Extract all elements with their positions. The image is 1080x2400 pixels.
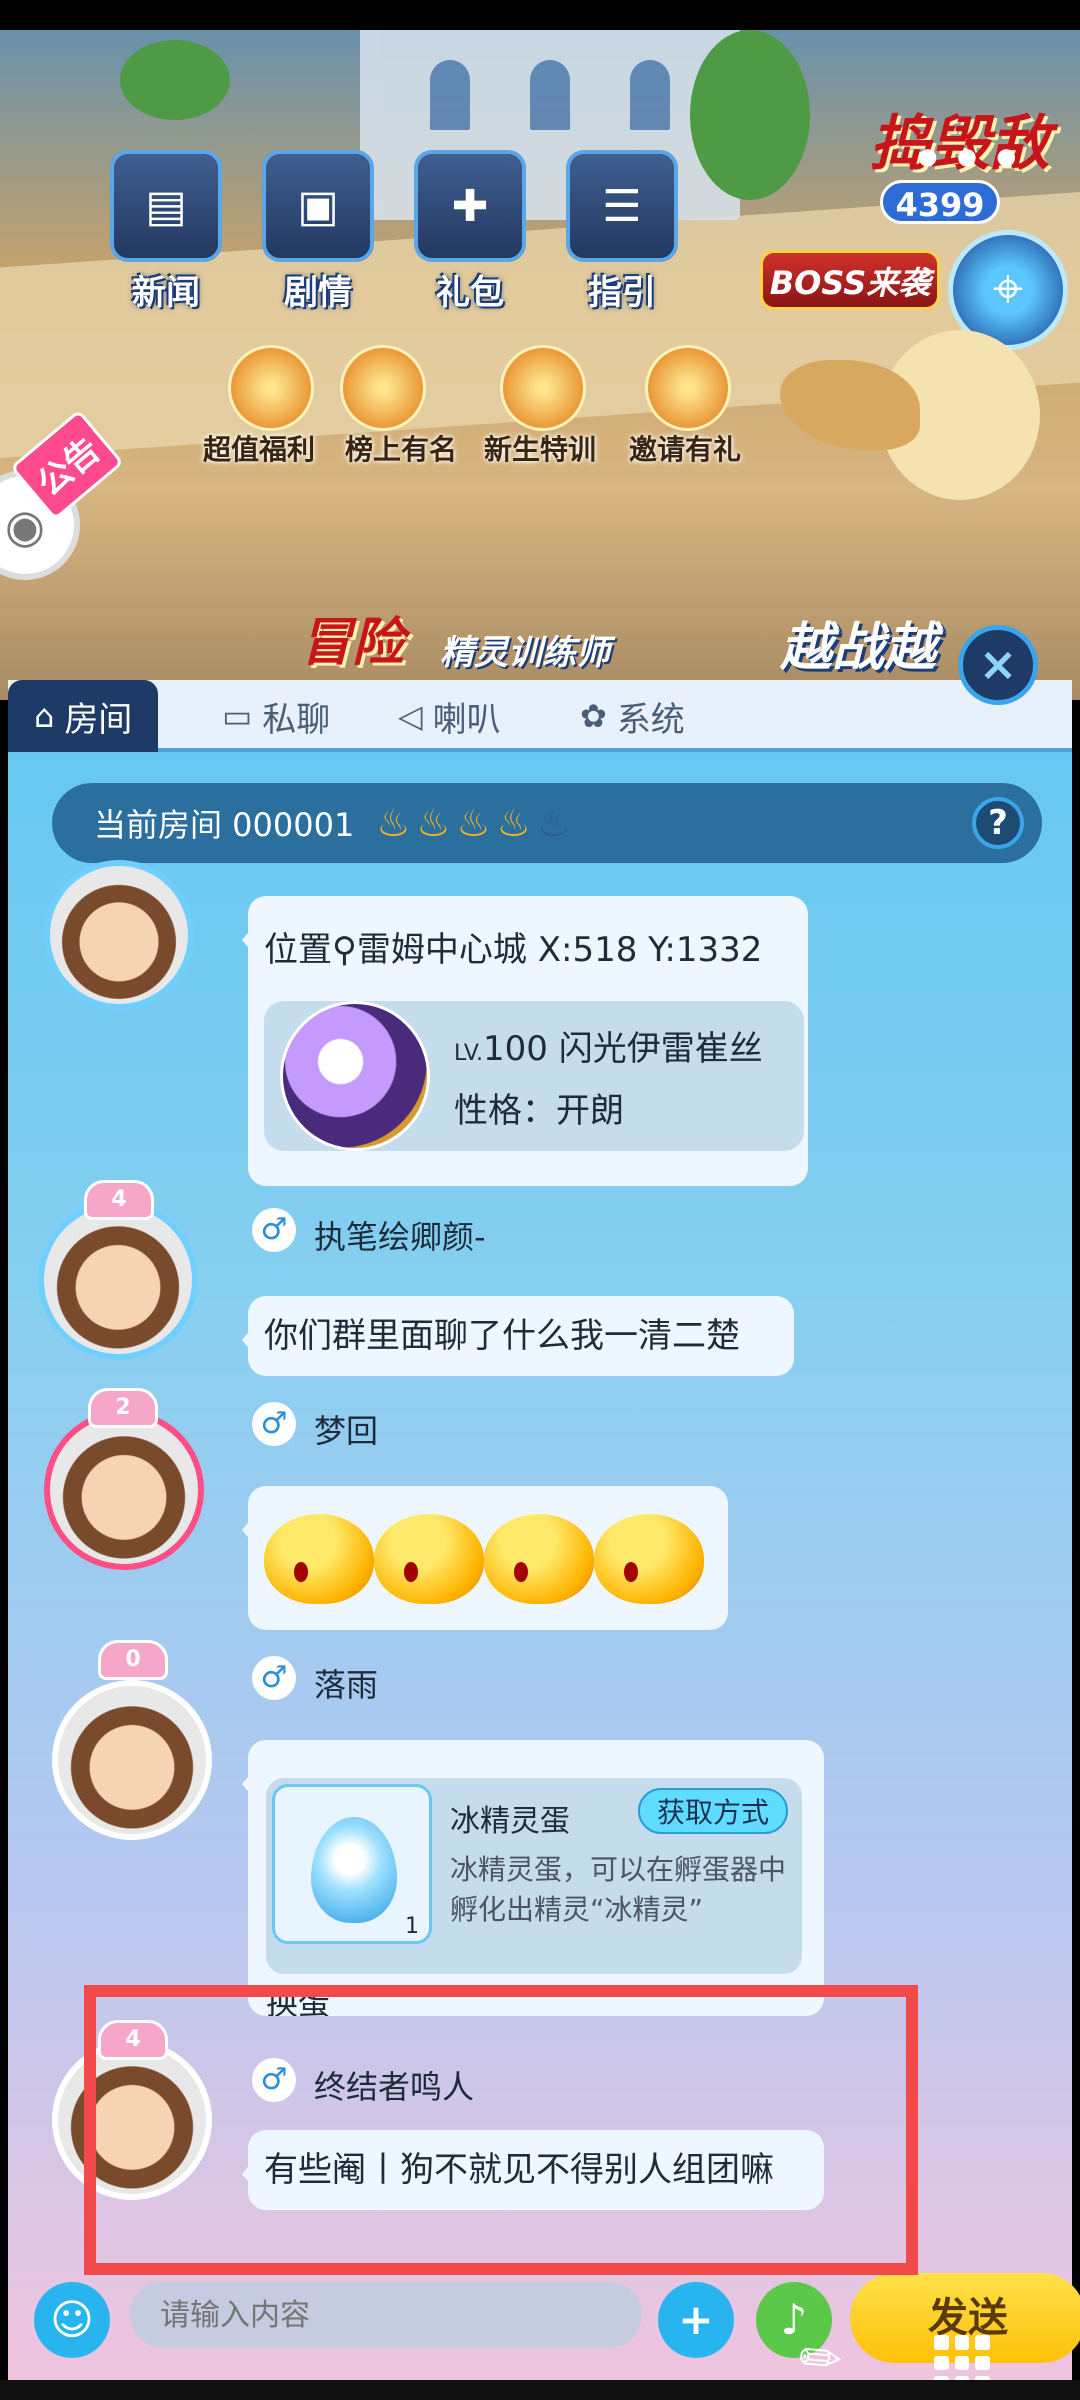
sender-name[interactable]: 落雨 <box>314 1660 378 1706</box>
pet-card[interactable]: LV.100 闪光伊雷崔丝 性格：开朗 <box>264 1001 804 1151</box>
emoji-icon <box>484 1514 594 1604</box>
male-icon: ♂ <box>252 1656 296 1700</box>
flame-icon: ♨ <box>496 801 531 845</box>
news-icon[interactable]: ▤ <box>110 150 222 262</box>
item-thumbnail: 1 <box>272 1784 432 1944</box>
status-bar <box>0 0 1080 30</box>
avatar-badge: 4 <box>98 2020 168 2060</box>
emoji-bubble[interactable] <box>242 1486 728 1630</box>
message-bubble[interactable]: 有些阉丨狗不就见不得别人组团嘛 <box>242 2130 824 2210</box>
menu-story-label[interactable]: 剧情 <box>248 265 388 314</box>
guide-icon[interactable]: ☰ <box>566 150 678 262</box>
item-extra-text: 换蛋 <box>266 1984 331 2016</box>
male-icon: ♂ <box>252 2058 296 2102</box>
location-pet-bubble[interactable]: 位置⚲雷姆中心城 X:518 Y:1332 LV.100 闪光伊雷崔丝 性格：开… <box>242 896 808 1186</box>
story-icon[interactable]: ▣ <box>262 150 374 262</box>
emoji-icon <box>374 1514 484 1604</box>
flame-icon: ♨ <box>456 801 491 845</box>
menu-guide-label[interactable]: 指引 <box>552 265 692 314</box>
male-icon: ♂ <box>252 1402 296 1446</box>
avatar-badge: 0 <box>98 1640 168 1680</box>
bush-decoration <box>120 40 230 120</box>
menu-gift-label[interactable]: 礼包 <box>400 265 540 314</box>
avatar[interactable] <box>52 1680 212 1840</box>
emoji-icon <box>264 1514 374 1604</box>
avatar-badge: 4 <box>84 1180 154 1220</box>
chat-tab-bar: ⌂ 房间 ▭ 私聊 ◁ 喇叭 ✿ 系统 <box>8 680 1072 752</box>
close-icon[interactable]: × <box>958 625 1038 705</box>
tab-speaker[interactable]: ◁ 喇叭 <box>398 680 501 752</box>
navigation-strip <box>0 2380 1080 2400</box>
speaker-icon: ◁ <box>398 697 423 735</box>
flame-icon: ♨ <box>376 801 411 845</box>
pet-nature: 性格：开朗 <box>454 1091 624 1131</box>
tab-speaker-label: 喇叭 <box>432 699 501 740</box>
tab-private[interactable]: ▭ 私聊 <box>222 680 330 752</box>
gift-icon[interactable]: ✚ <box>414 150 526 262</box>
boss-button[interactable]: BOSS来袭 <box>760 250 940 310</box>
avatar[interactable] <box>52 2040 212 2200</box>
item-name: 冰精灵蛋 <box>450 1804 570 1839</box>
avatar[interactable] <box>38 1200 198 1360</box>
room-label: 当前房间 000001 <box>94 806 355 844</box>
avatar-badge: 2 <box>88 1388 158 1428</box>
event-banner-bottom-right: 越战越 <box>780 618 937 678</box>
tab-system[interactable]: ✿ 系统 <box>580 680 685 752</box>
chat-panel: ⌂ 房间 ▭ 私聊 ◁ 喇叭 ✿ 系统 当前房间 000001 ♨ ♨ ♨ ♨ … <box>8 625 1080 2400</box>
item-card[interactable]: 1 冰精灵蛋 获取方式 冰精灵蛋，可以在孵蛋器中孵化出精灵“冰精灵” <box>266 1778 802 1974</box>
score-badge: 4399 <box>880 180 1000 224</box>
help-icon[interactable]: ? <box>972 797 1024 849</box>
sub-invite-label[interactable]: 邀请有礼 <box>629 428 741 468</box>
item-description: 冰精灵蛋，可以在孵蛋器中孵化出精灵“冰精灵” <box>450 1853 787 1926</box>
location-label: 位置 <box>264 930 332 970</box>
tab-room[interactable]: ⌂ 房间 <box>8 680 159 752</box>
location-value: 雷姆中心城 X:518 Y:1332 <box>356 930 763 970</box>
plus-icon[interactable]: + <box>658 2282 734 2358</box>
home-icon: ⌂ <box>34 697 55 735</box>
egg-icon <box>311 1817 397 1923</box>
message-input[interactable] <box>130 2282 642 2348</box>
event-banner-middle: 精灵训练师 <box>440 633 610 673</box>
emoji-icon <box>594 1514 704 1604</box>
tab-private-label: 私聊 <box>262 699 331 740</box>
menu-news-label[interactable]: 新闻 <box>96 265 236 314</box>
sender-name[interactable]: 执笔绘卿颜- <box>314 1212 486 1258</box>
invite-icon[interactable] <box>645 345 731 431</box>
pet-level-prefix: LV. <box>454 1041 484 1066</box>
flame-icon: ♨ <box>416 801 451 845</box>
item-bubble[interactable]: 1 冰精灵蛋 获取方式 冰精灵蛋，可以在孵蛋器中孵化出精灵“冰精灵” 换蛋 <box>242 1740 824 2016</box>
item-count: 1 <box>405 1914 419 1939</box>
location-pin-icon: ⚲ <box>332 930 357 970</box>
trophy-icon[interactable] <box>340 345 426 431</box>
message-bubble[interactable]: 你们群里面聊了什么我一清二楚 <box>242 1296 794 1376</box>
get-method-button[interactable]: 获取方式 <box>638 1788 788 1834</box>
avatar[interactable] <box>44 860 194 1010</box>
flame-icon: ♨ <box>536 801 571 845</box>
monitor-icon: ▭ <box>222 697 253 735</box>
training-icon[interactable] <box>500 345 586 431</box>
pinwheel-icon: ✿ <box>580 697 607 735</box>
male-icon: ♂ <box>252 1208 296 1252</box>
sub-training-label[interactable]: 新生特训 <box>484 428 596 468</box>
pet-image <box>280 1001 430 1151</box>
sub-trophy-label[interactable]: 榜上有名 <box>345 428 457 468</box>
input-bar: ☺ + ♪ 发送 <box>8 2245 1080 2395</box>
sub-bonus-label[interactable]: 超值福利 <box>203 428 315 468</box>
bonus-icon[interactable] <box>228 345 314 431</box>
sender-name[interactable]: 终结者鸣人 <box>314 2062 474 2108</box>
pet-level: 100 <box>483 1029 548 1069</box>
event-banner-left: 冒险 <box>300 613 405 673</box>
tab-room-label: 房间 <box>64 699 133 740</box>
more-dots-icon[interactable]: ••• <box>910 130 1028 190</box>
sender-name[interactable]: 梦回 <box>314 1406 378 1452</box>
pet-name: 闪光伊雷崔丝 <box>558 1029 763 1069</box>
tab-system-label: 系统 <box>616 699 685 740</box>
current-room-bar: 当前房间 000001 ♨ ♨ ♨ ♨ ♨ ? <box>52 783 1042 863</box>
avatar[interactable] <box>44 1410 204 1570</box>
emoji-face-icon[interactable]: ☺ <box>34 2282 110 2358</box>
tree-decoration <box>690 30 810 200</box>
